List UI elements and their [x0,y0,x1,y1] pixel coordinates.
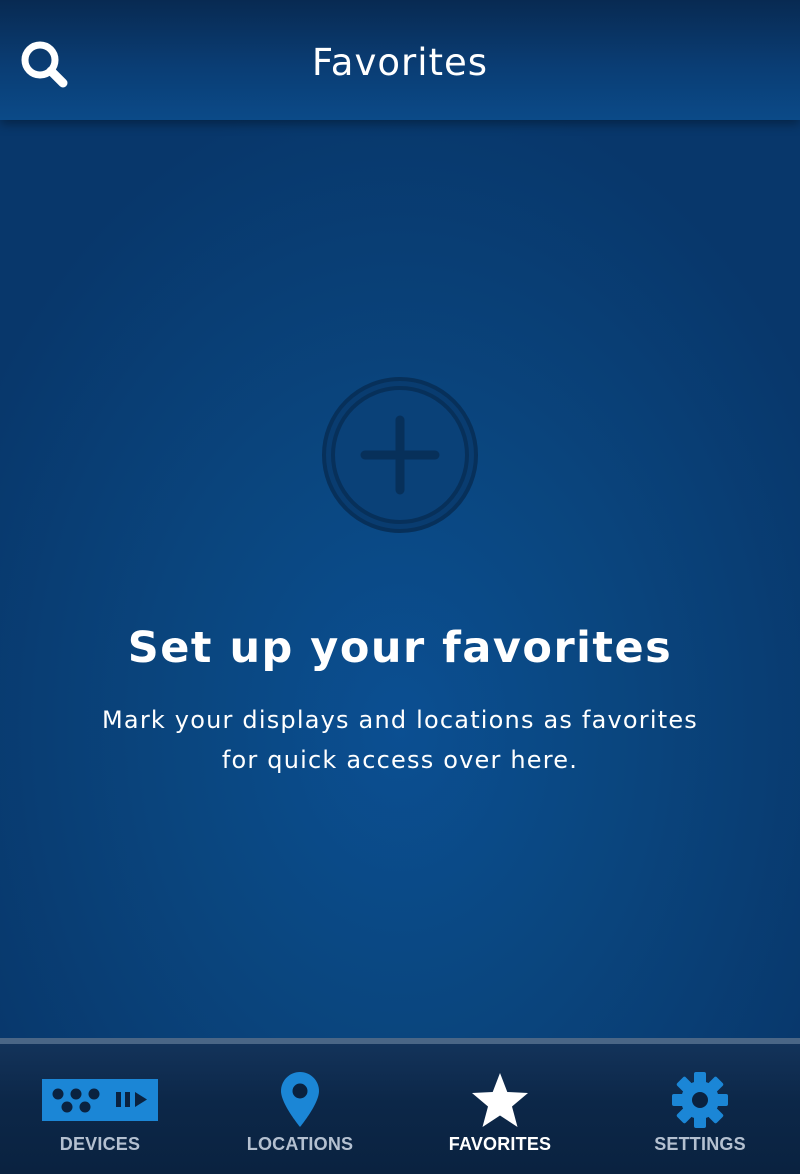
add-favorite-button[interactable] [321,376,479,534]
star-icon [472,1073,528,1127]
tab-devices[interactable]: DEVICES [0,1044,200,1174]
header-bar: Favorites [0,0,800,120]
plus-circle-icon [322,377,478,533]
empty-state-description: Mark your displays and locations as favo… [102,706,698,774]
tab-label-favorites: FAVORITES [448,1134,552,1154]
tab-settings[interactable]: SETTINGS [600,1044,800,1174]
devices-icon [42,1079,158,1121]
page-title: Favorites [311,41,489,84]
empty-state-headline: Set up your favorites [127,623,673,673]
tab-favorites[interactable]: FAVORITES [400,1044,600,1174]
tab-locations[interactable]: LOCATIONS [200,1044,400,1174]
tab-label-settings: SETTINGS [654,1134,746,1154]
bottom-tab-bar: DEVICES LOCATIONS FAVORITES SETTINGS [0,1038,800,1174]
tab-label-devices: DEVICES [59,1134,141,1154]
favorites-empty-state: Set up your favorites Mark your displays… [0,120,800,1038]
tab-label-locations: LOCATIONS [246,1134,354,1154]
gear-icon [672,1072,728,1128]
location-pin-icon [281,1072,319,1127]
